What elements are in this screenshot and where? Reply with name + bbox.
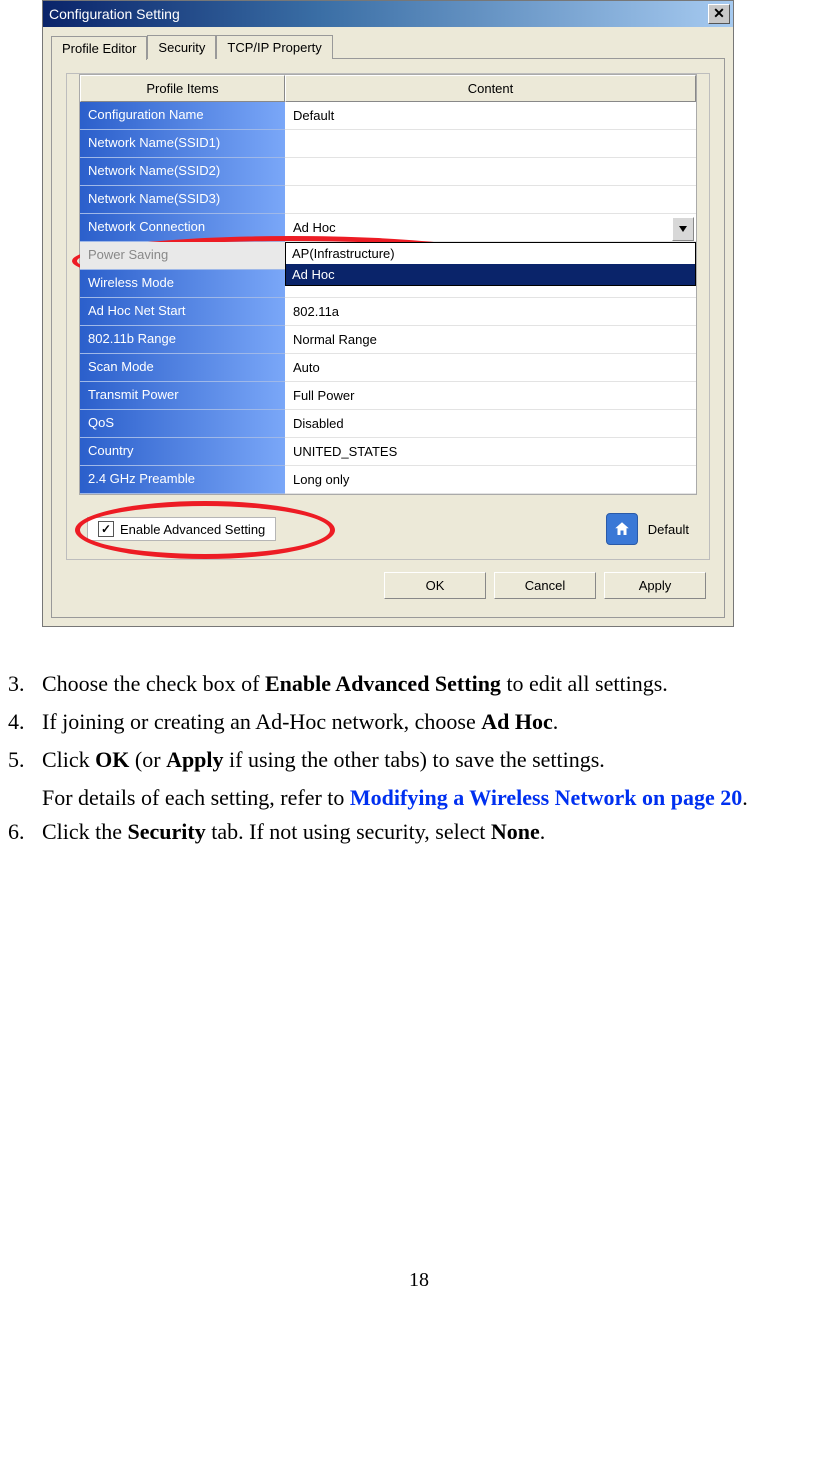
row-label: Configuration Name xyxy=(80,102,285,130)
row-value[interactable] xyxy=(285,158,696,186)
dropdown-list: AP(Infrastructure)Ad Hoc xyxy=(285,242,696,286)
default-label: Default xyxy=(648,522,689,537)
table-row: Configuration NameDefault xyxy=(80,102,696,130)
row-label: QoS xyxy=(80,410,285,438)
row-value[interactable]: Long only xyxy=(285,466,696,494)
table-row: Scan ModeAuto xyxy=(80,354,696,382)
instruction-4: 4. If joining or creating an Ad-Hoc netw… xyxy=(4,705,834,739)
row-label: Power Saving xyxy=(80,242,285,270)
table-row: Transmit PowerFull Power xyxy=(80,382,696,410)
row-value[interactable]: Normal Range xyxy=(285,326,696,354)
row-label: 802.11b Range xyxy=(80,326,285,354)
tab-security[interactable]: Security xyxy=(147,35,216,59)
home-icon[interactable] xyxy=(606,513,638,545)
row-value[interactable]: Disabled xyxy=(285,410,696,438)
instruction-3: 3. Choose the check box of Enable Advanc… xyxy=(4,667,834,701)
table-row: Network Name(SSID3) xyxy=(80,186,696,214)
table-row: Ad Hoc Net Start802.11a xyxy=(80,298,696,326)
table-row: Network Name(SSID1) xyxy=(80,130,696,158)
row-value[interactable]: Ad Hoc xyxy=(285,214,696,242)
table-row: 802.11b RangeNormal Range xyxy=(80,326,696,354)
header-content: Content xyxy=(285,75,696,102)
checkbox-label: Enable Advanced Setting xyxy=(120,522,265,537)
close-icon[interactable]: ✕ xyxy=(708,4,730,24)
row-value[interactable] xyxy=(285,130,696,158)
tab-tcpip[interactable]: TCP/IP Property xyxy=(216,35,332,59)
tab-profile-editor[interactable]: Profile Editor xyxy=(51,36,147,60)
table-row: CountryUNITED_STATES xyxy=(80,438,696,466)
row-label: Transmit Power xyxy=(80,382,285,410)
row-value[interactable] xyxy=(285,186,696,214)
settings-table: Profile Items Content Configuration Name… xyxy=(79,74,697,495)
enable-advanced-checkbox[interactable]: ✓ Enable Advanced Setting xyxy=(87,517,276,541)
row-label: Country xyxy=(80,438,285,466)
table-row: Network ConnectionAd HocAP(Infrastructur… xyxy=(80,214,696,242)
row-value[interactable]: Full Power xyxy=(285,382,696,410)
row-label: Wireless Mode xyxy=(80,270,285,298)
inner-panel: Profile Items Content Configuration Name… xyxy=(66,73,710,560)
configuration-setting-dialog: Configuration Setting ✕ Profile Editor S… xyxy=(42,0,734,627)
row-value[interactable]: 802.11a xyxy=(285,298,696,326)
dropdown-item[interactable]: Ad Hoc xyxy=(286,264,695,285)
row-label: Ad Hoc Net Start xyxy=(80,298,285,326)
row-value[interactable]: Auto xyxy=(285,354,696,382)
dropdown-icon[interactable] xyxy=(672,217,694,241)
row-value[interactable]: Default xyxy=(285,102,696,130)
row-label: Network Name(SSID2) xyxy=(80,158,285,186)
ok-button[interactable]: OK xyxy=(384,572,486,599)
table-row: Network Name(SSID2) xyxy=(80,158,696,186)
apply-button[interactable]: Apply xyxy=(604,572,706,599)
checkbox-icon: ✓ xyxy=(98,521,114,537)
row-value[interactable]: UNITED_STATES xyxy=(285,438,696,466)
dropdown-item[interactable]: AP(Infrastructure) xyxy=(286,243,695,264)
row-label: Network Name(SSID3) xyxy=(80,186,285,214)
instruction-5b: For details of each setting, refer to Mo… xyxy=(42,781,834,815)
header-profile-items: Profile Items xyxy=(80,75,285,102)
cancel-button[interactable]: Cancel xyxy=(494,572,596,599)
page-number: 18 xyxy=(0,1269,838,1292)
row-label: Scan Mode xyxy=(80,354,285,382)
titlebar: Configuration Setting ✕ xyxy=(43,1,733,27)
tab-panel: Profile Items Content Configuration Name… xyxy=(51,58,725,618)
row-label: Network Connection xyxy=(80,214,285,242)
table-row: 2.4 GHz PreambleLong only xyxy=(80,466,696,494)
table-header: Profile Items Content xyxy=(80,75,696,102)
link-modifying-wireless[interactable]: Modifying a Wireless Network on page 20 xyxy=(350,785,742,810)
instruction-6: 6. Click the Security tab. If not using … xyxy=(4,815,834,849)
instruction-5: 5. Click OK (or Apply if using the other… xyxy=(4,743,834,777)
row-label: Network Name(SSID1) xyxy=(80,130,285,158)
table-row: QoSDisabled xyxy=(80,410,696,438)
row-label: 2.4 GHz Preamble xyxy=(80,466,285,494)
instructions: 3. Choose the check box of Enable Advanc… xyxy=(4,667,834,849)
window-title: Configuration Setting xyxy=(49,6,180,22)
tabstrip: Profile Editor Security TCP/IP Property xyxy=(51,35,725,59)
